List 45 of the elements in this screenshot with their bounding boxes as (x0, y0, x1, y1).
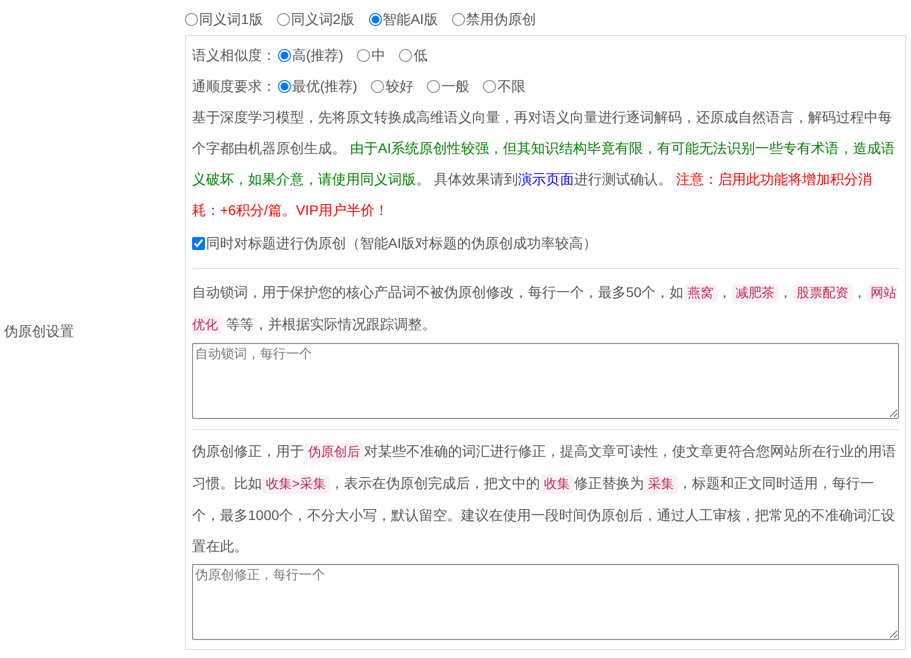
radio-label: 一般 (441, 77, 470, 96)
lock-words-field[interactable]: 自动锁词，每行一个 (192, 343, 899, 419)
corrections-description: 伪原创修正，用于 伪原创后 对某些不准确的词汇进行修正，提高文章可读性，使文章更符合您网站所在行业的用语习惯。比如 收集>采集 ，表示在伪原创完成后，把文中的 收集 修正替换为 采集 ，标题和正文同时适用，每行一个，最多1000个，不分大小写，默认留空。建议在使用一段时间伪原创后，通过人工审核，把常见的不准确词汇设置在此。 (192, 442, 897, 556)
similarity-option[interactable]: 低 (399, 45, 428, 66)
radio-label: 智能AI版 (382, 10, 438, 28)
radio-button[interactable] (278, 49, 291, 62)
radio-button[interactable] (371, 80, 384, 93)
checkbox-label: 同时对标题进行伪原创（智能AI版对标题的伪原创成功率较高） (206, 234, 598, 252)
radio-label: 不限 (497, 77, 526, 96)
demo-link[interactable]: 演示页面 (518, 171, 574, 187)
radio-button[interactable] (368, 12, 382, 26)
section-label: 伪原创设置 (4, 322, 74, 340)
radio-label: 同义词1版 (199, 10, 263, 28)
fluency-option[interactable]: 较好 (371, 76, 414, 97)
radio-button[interactable] (357, 49, 370, 62)
lock-words-description: 自动锁词，用于保护您的核心产品词不被伪原创修改，每行一个，最多50个，如 燕窝 ， 减肥茶 ， 股票配资 ， 网站优化 等等，并根据实际情况跟踪调整。 (192, 283, 898, 337)
similarity-option[interactable]: 中 (357, 45, 386, 66)
radio-button[interactable] (278, 80, 291, 93)
version-option[interactable]: 禁用伪原创 (452, 8, 536, 30)
radio-button[interactable] (483, 80, 496, 93)
corrections-field[interactable]: 伪原创修正，每行一个 (192, 564, 899, 640)
radio-label: 中 (371, 46, 386, 65)
similarity-label: 语义相似度： (192, 46, 276, 65)
radio-label: 最优(推荐) (292, 77, 358, 96)
radio-button[interactable] (399, 49, 412, 62)
radio-label: 较好 (385, 77, 414, 96)
radio-label: 同义词2版 (290, 10, 355, 28)
title-checkbox-option[interactable]: 同时对标题进行伪原创（智能AI版对标题的伪原创成功率较高） (192, 226, 899, 260)
fluency-option[interactable]: 一般 (427, 76, 470, 97)
ai-description: 基于深度学习模型，先将原文转换成高维语义向量，再对语义向量进行逐词解码，还原成自然语言，解码过程中每个字都由机器原创生成。 由于AI系统原创性较强，但其知识结构毕竟有限，有可能无法识别一些专有术语，造成语义破坏，如果介意，请使用同义词版。 具体效果请到演示页面进行测试确认。 注意：启用此功能将增加积分消耗：+6积分/篇。VIP用户半价！ (192, 108, 896, 220)
fluency-option[interactable]: 不限 (483, 76, 526, 97)
radio-button[interactable] (185, 12, 198, 26)
version-option[interactable]: 同义词1版 (185, 8, 263, 30)
radio-label: 高(推荐) (292, 46, 344, 65)
fluency-option[interactable]: 最优(推荐) (278, 76, 358, 97)
version-option[interactable]: 智能AI版 (368, 8, 438, 30)
radio-button[interactable] (276, 12, 290, 26)
radio-button[interactable] (452, 12, 465, 26)
radio-button[interactable] (427, 80, 440, 93)
radio-label: 低 (413, 46, 428, 65)
similarity-option[interactable]: 高(推荐) (278, 45, 344, 66)
checkbox[interactable] (192, 236, 205, 250)
fluency-label: 通顺度要求： (192, 77, 276, 96)
radio-label: 禁用伪原创 (466, 10, 536, 28)
version-option[interactable]: 同义词2版 (276, 8, 355, 30)
